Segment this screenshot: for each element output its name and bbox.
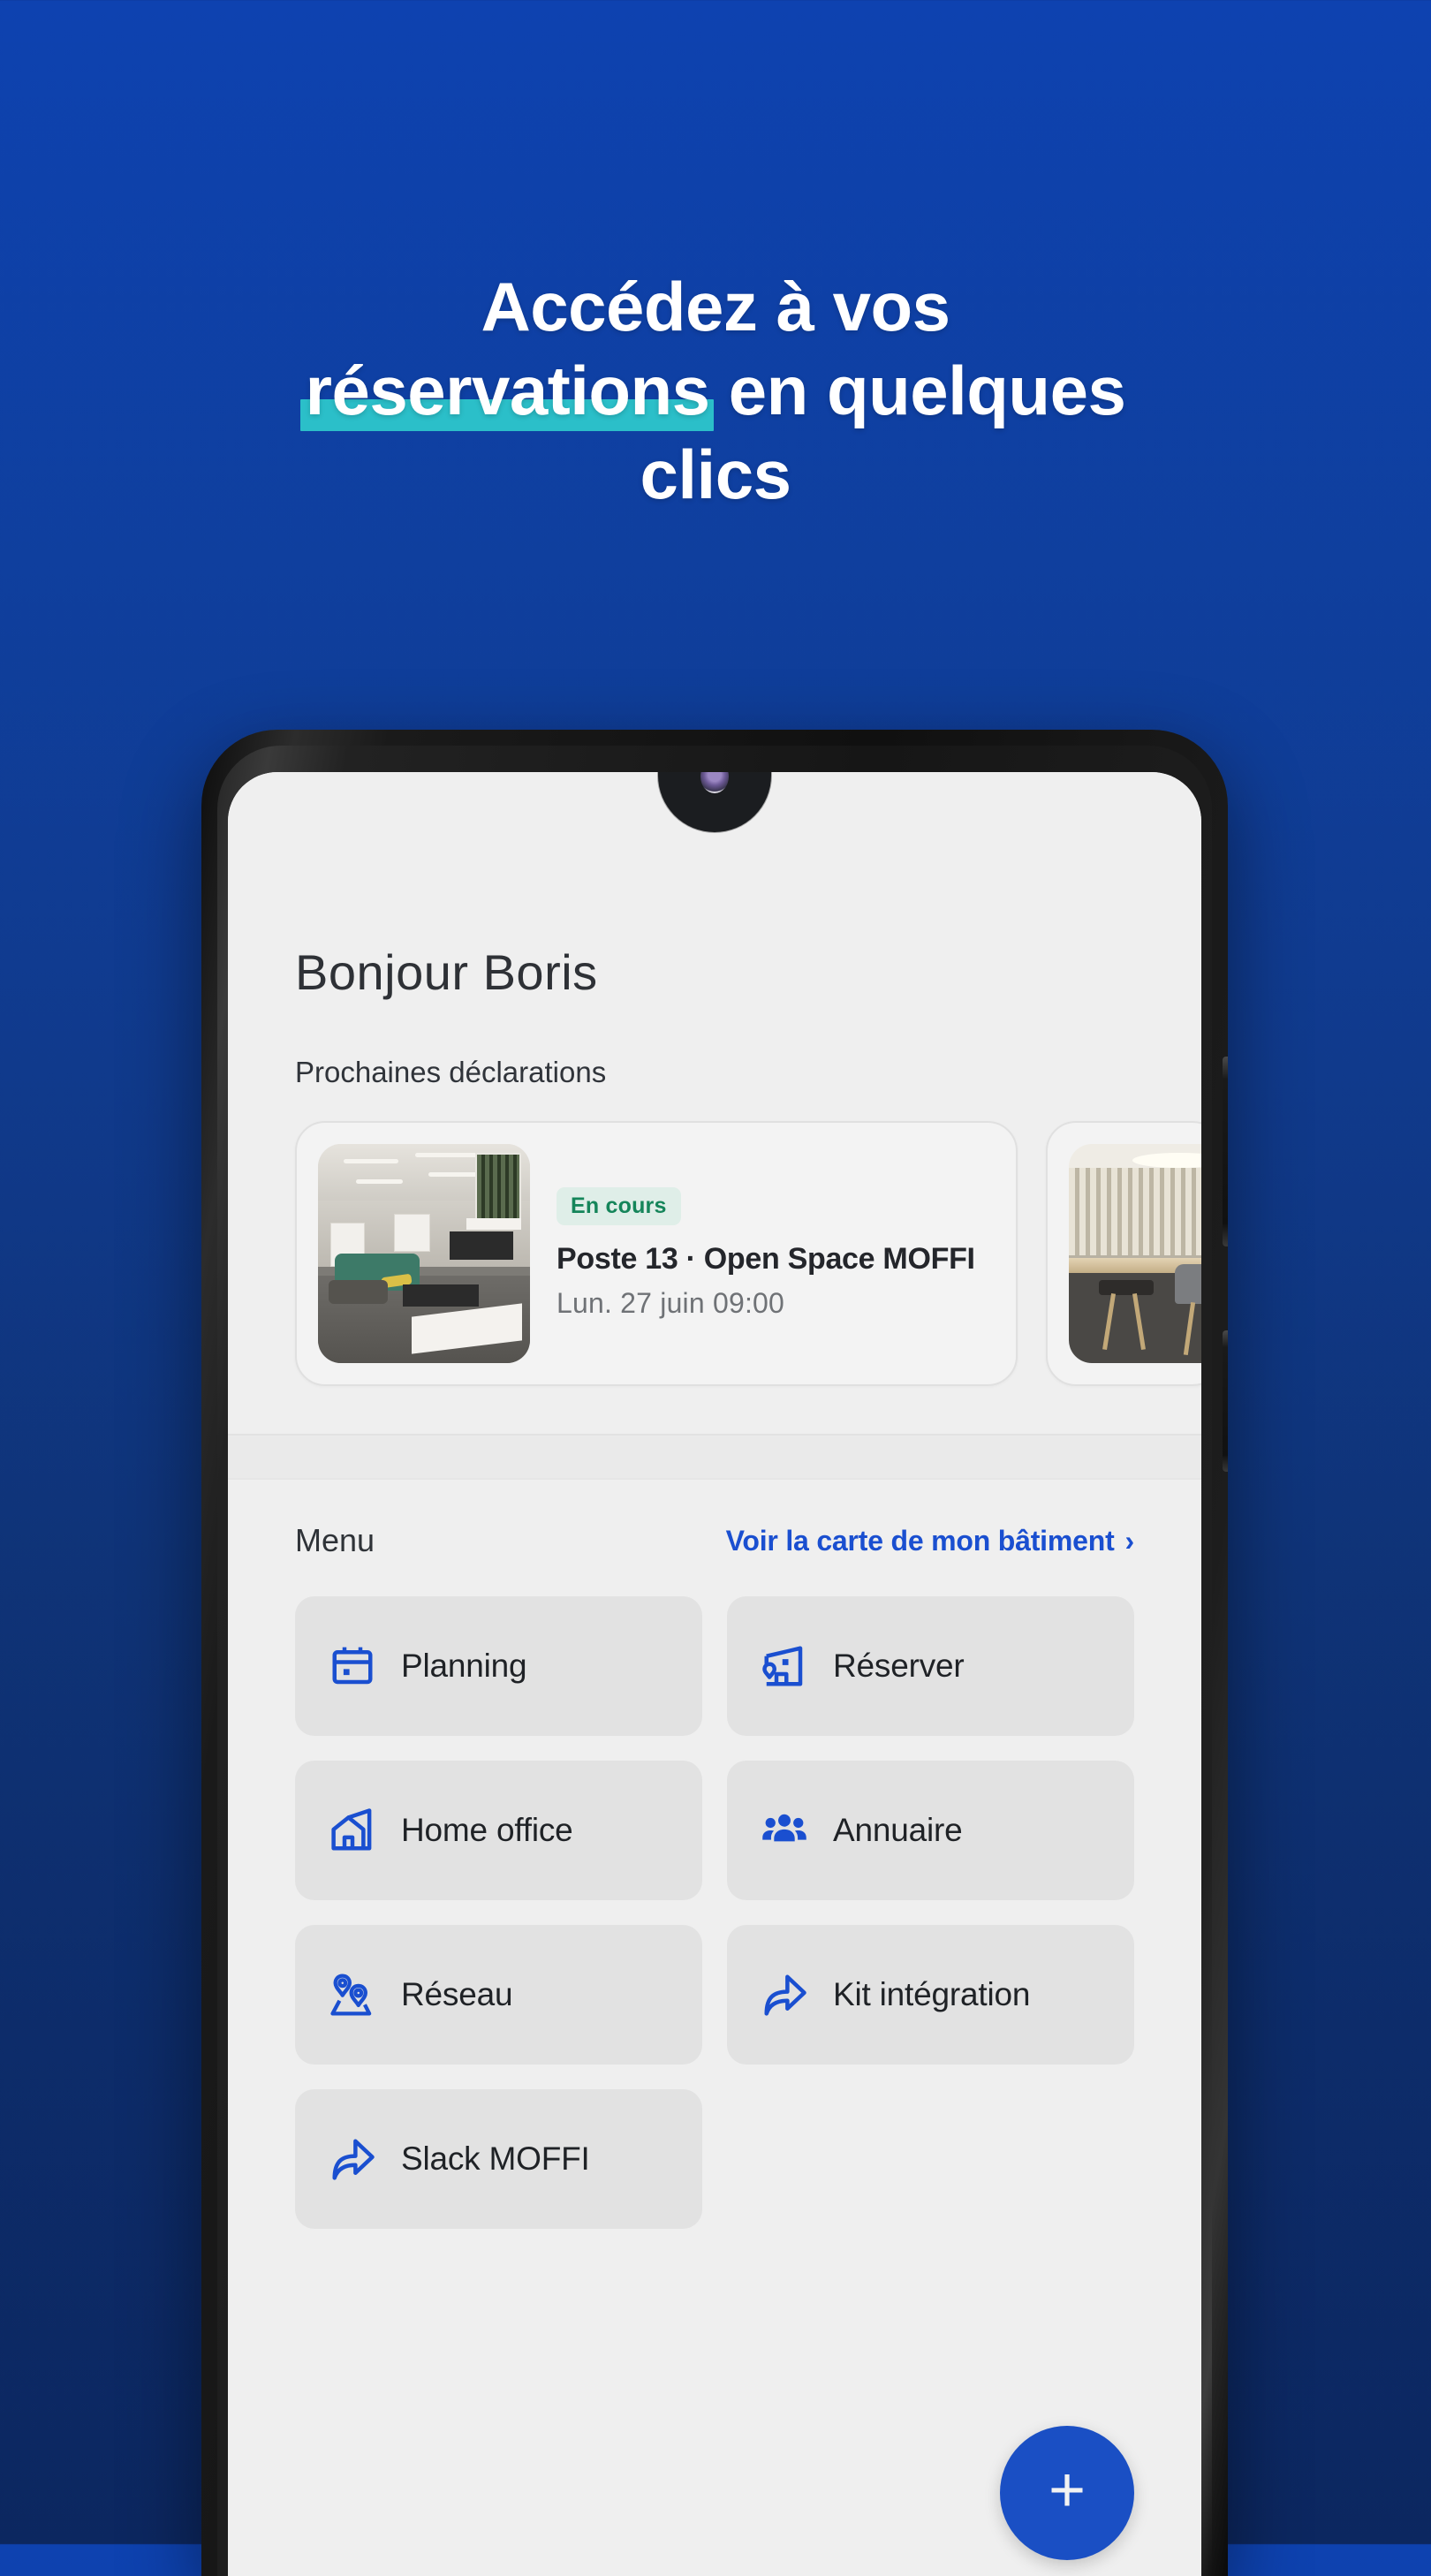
menu-grid: Planning Réserver Home office Annuaire R… [295, 1596, 1134, 2229]
phone-screen: Bonjour Boris Prochaines déclarations En… [228, 772, 1201, 2576]
booking-title: Poste 13 · Open Space MOFFI [556, 1241, 975, 1276]
menu-item-annuaire[interactable]: Annuaire [727, 1761, 1134, 1900]
calendar-icon [332, 1647, 373, 1685]
headline-line-1: Accédez à vos [481, 268, 950, 345]
menu-item-reserver[interactable]: Réserver [727, 1596, 1134, 1736]
menu-title: Menu [295, 1522, 375, 1558]
section-label-upcoming: Prochaines déclarations [295, 1056, 607, 1088]
people-icon [762, 1814, 806, 1842]
section-divider [228, 1434, 1201, 1480]
headline-line-2: réservations en quelques [106, 349, 1325, 433]
notch-wing-right [771, 807, 806, 843]
status-badge: En cours [556, 1186, 681, 1225]
booking-thumbnail [1069, 1144, 1201, 1363]
booking-datetime: Lun. 27 juin 09:00 [556, 1287, 785, 1320]
menu-item-reseau[interactable]: Réseau [295, 1925, 702, 2065]
booking-card[interactable]: En cours Poste 13 · Open Space MOFFI Lun… [295, 1121, 1018, 1386]
plus-icon: + [1048, 2455, 1086, 2526]
menu-item-label: Réseau [401, 1976, 513, 2012]
menu-item-slack-moffi[interactable]: Slack MOFFI [295, 2089, 702, 2229]
menu-item-label: Home office [401, 1812, 573, 1848]
app-content: Bonjour Boris Prochaines déclarations En… [228, 830, 1201, 2576]
headline-line-3: clics [640, 436, 791, 514]
page-title: Bonjour Boris [295, 944, 598, 1000]
menu-item-label: Kit intégration [833, 1976, 1031, 2012]
booking-thumbnail [318, 1144, 530, 1363]
house-icon [331, 1808, 372, 1851]
volume-button[interactable] [1223, 1057, 1228, 1246]
bookings-carousel[interactable]: En cours Poste 13 · Open Space MOFFI Lun… [228, 1121, 1201, 1386]
booking-details: En cours Poste 13 · Open Space MOFFI Lun… [530, 1186, 995, 1320]
menu-item-label: Annuaire [833, 1812, 963, 1848]
menu-item-home-office[interactable]: Home office [295, 1761, 702, 1900]
menu-item-label: Planning [401, 1648, 527, 1684]
menu-item-kit-integration[interactable]: Kit intégration [727, 1925, 1134, 2065]
notch-wing-left [623, 807, 658, 843]
share-arrow-icon [764, 1974, 806, 2016]
share-arrow-icon [332, 2139, 375, 2180]
add-button[interactable]: + [1000, 2426, 1134, 2560]
floorplan-icon [762, 1646, 803, 1686]
power-button[interactable] [1223, 1330, 1228, 1472]
chevron-right-icon: › [1124, 1525, 1135, 1557]
headline-line-2-rest: en quelques [709, 352, 1126, 430]
menu-item-label: Slack MOFFI [401, 2140, 590, 2177]
menu-item-planning[interactable]: Planning [295, 1596, 702, 1736]
building-map-link-label: Voir la carte de mon bâtiment [725, 1524, 1115, 1557]
phone-mockup: Bonjour Boris Prochaines déclarations En… [201, 730, 1228, 2576]
booking-card[interactable] [1046, 1121, 1201, 1386]
menu-header: Menu Voir la carte de mon bâtiment › [295, 1522, 1134, 1559]
promo-headline: Accédez à vos réservations en quelques c… [0, 265, 1431, 517]
menu-item-label: Réserver [833, 1648, 965, 1684]
building-map-link[interactable]: Voir la carte de mon bâtiment › [725, 1524, 1135, 1557]
map-pins-icon [330, 1974, 372, 2016]
front-camera-icon [700, 772, 729, 793]
highlighted-word: réservations [299, 349, 714, 433]
